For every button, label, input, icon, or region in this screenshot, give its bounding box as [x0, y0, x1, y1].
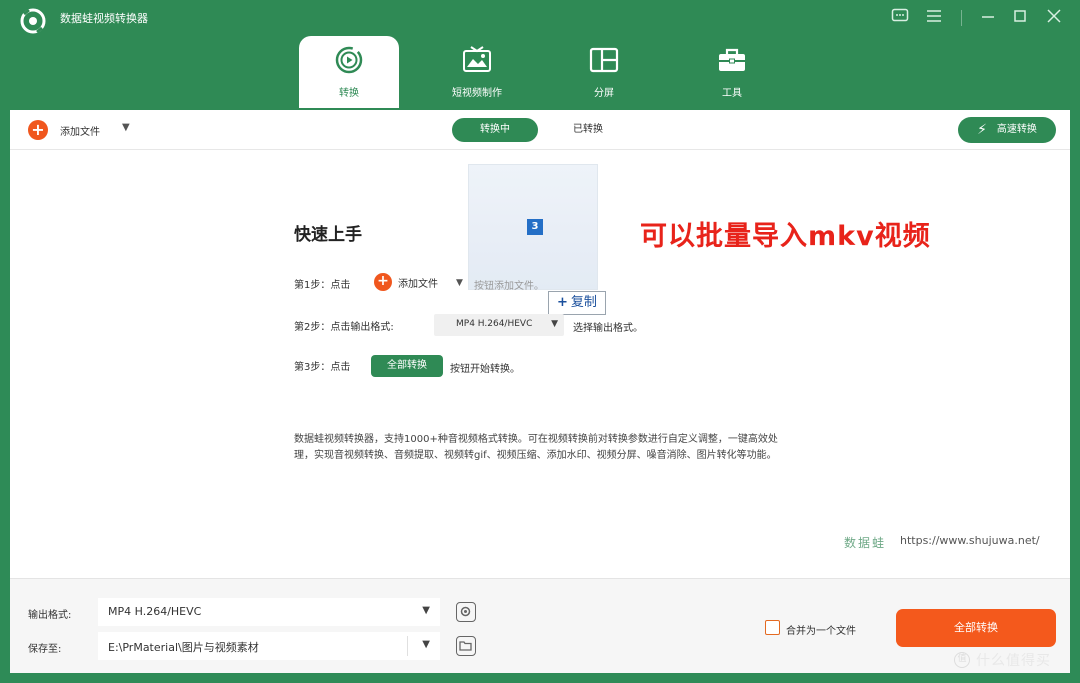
annotation-text: 可以批量导入mkv视频	[640, 221, 931, 252]
add-icon: +	[28, 120, 48, 140]
divider	[407, 636, 408, 656]
drag-file-count: 3	[527, 219, 543, 235]
brand-url: https://www.shujuwa.net/	[900, 534, 1040, 547]
save-to-label: 保存至:	[28, 644, 62, 655]
toolbox-icon	[719, 48, 745, 71]
save-path-value: E:\PrMaterial\图片与视频素材	[108, 641, 259, 654]
quick-start-title: 快速上手	[294, 225, 362, 245]
tab-converting[interactable]: 转换中	[452, 118, 538, 142]
title-bar: 数据蛙视频转换器 转换 短视频制作 分屏 工具	[0, 0, 1080, 110]
tab-split-screen-label: 分屏	[594, 88, 614, 99]
step1-add-file-label: 添加文件	[398, 278, 438, 290]
tab-split-screen[interactable]: 分屏	[554, 36, 654, 108]
step2-format-value: MP4 H.264/HEVC	[456, 319, 533, 329]
step1-prefix: 第1步：点击	[294, 280, 351, 291]
app-logo-icon	[20, 8, 46, 34]
add-file-label: 添加文件	[60, 126, 100, 138]
tab-tools-label: 工具	[722, 88, 742, 99]
tab-converted[interactable]: 已转换	[558, 118, 618, 142]
app-description: 数据蛙视频转换器，支持1000+种音视频格式转换。可在视频转换前对转换参数进行自…	[294, 434, 778, 461]
tab-short-video[interactable]: 短视频制作	[427, 36, 527, 108]
window-controls-divider	[961, 10, 962, 26]
step3-suffix: 按钮开始转换。	[450, 364, 520, 375]
chevron-down-icon: ▼	[551, 319, 558, 329]
step2-format-select[interactable]: MP4 H.264/HEVC ▼	[434, 314, 564, 336]
tab-tools[interactable]: 工具	[682, 36, 782, 108]
tv-icon	[463, 46, 491, 72]
watermark-text: 什么值得买	[976, 653, 1051, 669]
lightning-icon: ⚡	[977, 122, 987, 138]
output-settings-panel: 输出格式: MP4 H.264/HEVC ▼ 保存至: E:\PrMateria…	[10, 578, 1070, 673]
step1-add-file-button[interactable]: + 添加文件	[374, 273, 438, 291]
chevron-down-icon: ▼	[422, 639, 430, 650]
copy-tooltip-label: 复制	[570, 295, 597, 310]
feedback-icon[interactable]	[889, 8, 911, 28]
fast-convert-button[interactable]: ⚡ 高速转换	[958, 117, 1056, 143]
format-settings-icon[interactable]	[456, 602, 476, 622]
file-drop-area[interactable]: 快速上手 3 可以批量导入mkv视频 第1步：点击 + 添加文件 ▼ 按钮添加文…	[10, 150, 1070, 578]
open-folder-icon[interactable]	[456, 636, 476, 656]
merge-label: 合并为一个文件	[786, 626, 856, 637]
tab-short-video-label: 短视频制作	[452, 88, 502, 99]
save-path-select[interactable]: E:\PrMaterial\图片与视频素材 ▼	[98, 632, 440, 660]
add-file-button[interactable]: + 添加文件	[28, 119, 100, 141]
step2-suffix: 选择输出格式。	[573, 323, 643, 334]
close-icon[interactable]	[1043, 8, 1065, 28]
add-icon: +	[374, 273, 392, 291]
convert-icon	[335, 46, 363, 74]
watermark: 值 什么值得买	[954, 651, 1051, 669]
brand-logo-text: 数据蛙	[844, 536, 887, 550]
watermark-logo-icon: 值	[954, 652, 970, 668]
split-screen-icon	[589, 47, 619, 73]
maximize-icon[interactable]	[1009, 8, 1031, 28]
add-file-dropdown-icon[interactable]: ▼	[122, 122, 130, 133]
output-format-value: MP4 H.264/HEVC	[108, 605, 202, 618]
copy-plus-icon: +	[557, 295, 568, 310]
step1-suffix: 按钮添加文件。	[474, 281, 544, 292]
tab-convert-label: 转换	[339, 88, 359, 99]
menu-icon[interactable]	[923, 8, 945, 28]
tab-convert[interactable]: 转换	[299, 36, 399, 108]
output-format-label: 输出格式:	[28, 610, 72, 621]
step1-dropdown-icon[interactable]: ▼	[456, 278, 463, 288]
merge-checkbox[interactable]	[765, 620, 780, 635]
chevron-down-icon: ▼	[422, 605, 430, 616]
fast-convert-label: 高速转换	[996, 124, 1037, 135]
copy-drag-tooltip: + 复制	[548, 291, 606, 315]
step2-prefix: 第2步：点击输出格式:	[294, 322, 394, 333]
drag-preview: 3	[468, 164, 598, 290]
toolbar: + 添加文件 ▼ 转换中 已转换 ⚡ 高速转换	[10, 110, 1070, 150]
output-format-select[interactable]: MP4 H.264/HEVC ▼	[98, 598, 440, 626]
minimize-icon[interactable]	[977, 8, 999, 28]
convert-all-button[interactable]: 全部转换	[896, 609, 1056, 647]
app-title: 数据蛙视频转换器	[60, 12, 148, 25]
step3-prefix: 第3步：点击	[294, 362, 351, 373]
step3-convert-all-button[interactable]: 全部转换	[371, 355, 443, 377]
